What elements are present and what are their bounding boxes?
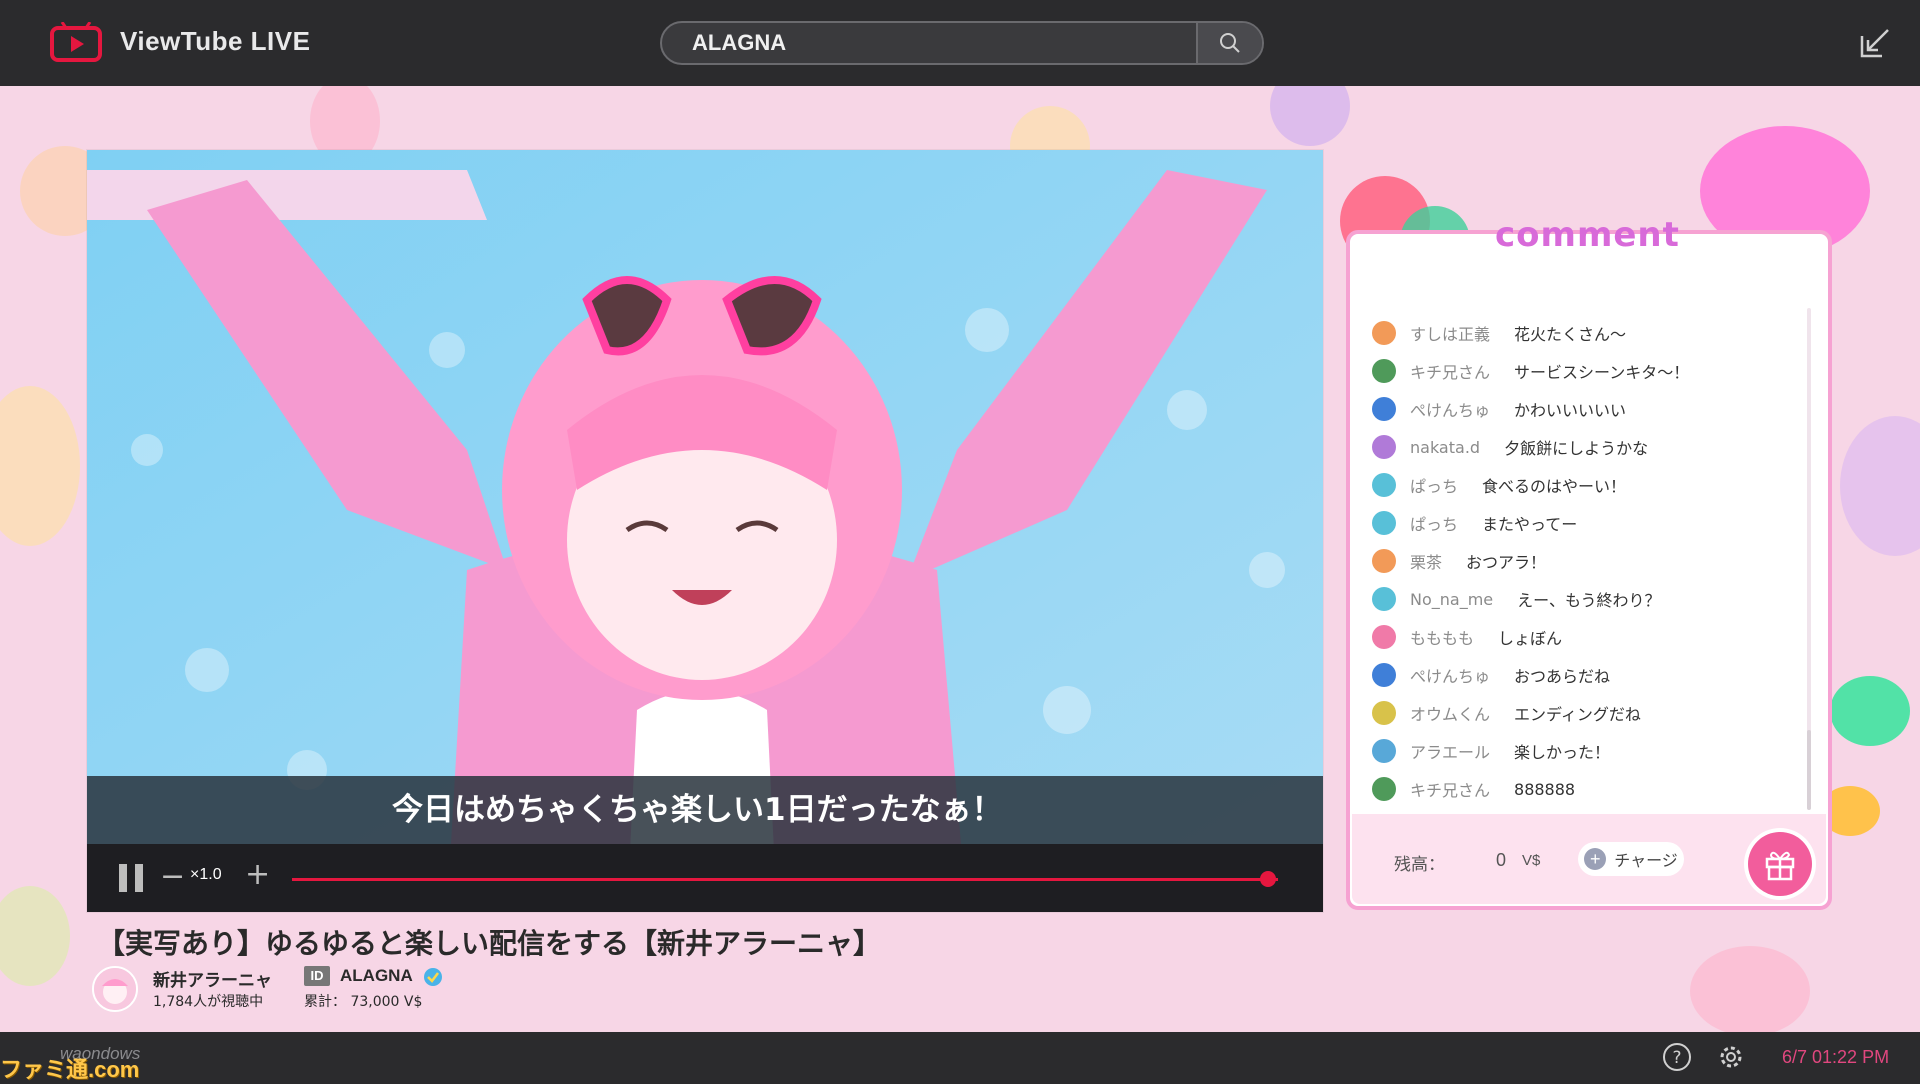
commenter-avatar[interactable]	[1372, 397, 1396, 421]
speed-decrease-button[interactable]: −	[160, 860, 185, 894]
comment-text: サービスシーンキタ〜！	[1514, 363, 1690, 382]
clock-datetime: 6/7 01:22 PM	[1782, 1047, 1890, 1067]
progress-handle[interactable]	[1260, 871, 1277, 887]
commenter-avatar[interactable]	[1372, 435, 1396, 459]
comment-text: おつアラ！	[1466, 553, 1547, 572]
commenter-name[interactable]: ぱっち	[1410, 473, 1458, 497]
stream-title: 【実写あり】ゆるゆると楽しい配信をする【新井アラーニャ】	[97, 927, 882, 960]
commenter-avatar[interactable]	[1372, 511, 1396, 535]
comment-scroll-thumb[interactable]	[1807, 730, 1811, 810]
comment-row: ぺけんちゅ かわいいいいい	[1372, 390, 1626, 428]
commenter-avatar[interactable]	[1372, 587, 1396, 611]
balance-unit: V$	[1522, 852, 1541, 869]
comment-row: もももも しょぼん	[1372, 618, 1562, 656]
commenter-name[interactable]: アラエール	[1410, 739, 1490, 763]
commenter-name[interactable]: ぺけんちゅ	[1410, 663, 1490, 687]
verified-badge-icon	[424, 968, 442, 986]
comment-row: ぱっち またやってー	[1372, 504, 1577, 542]
comment-row: キチ兄さん 888888	[1372, 770, 1575, 806]
app-title: ViewTube LIVE	[120, 26, 311, 56]
comment-text: 花火たくさん〜	[1514, 325, 1627, 344]
commenter-name[interactable]: オウムくん	[1410, 701, 1490, 725]
comment-row: ぱっち 食べるのはやーい！	[1372, 466, 1626, 504]
comment-text: えー、もう終わり？	[1517, 591, 1661, 610]
comment-list[interactable]: すしは正義 花火たくさん〜キチ兄さん サービスシーンキタ〜！ ぺけんちゅ かわいいいいい…	[1362, 300, 1802, 806]
taskbar	[0, 1032, 1920, 1080]
commenter-name[interactable]: キチ兄さん	[1410, 777, 1490, 801]
watermark-logo: ファミ通.com	[0, 1057, 140, 1082]
minimize-window-icon[interactable]	[1858, 26, 1892, 60]
search-button[interactable]	[1196, 23, 1262, 63]
comment-row: nakata.d 夕飯餅にしようかな	[1372, 428, 1648, 466]
comment-text: おつあらだね	[1514, 667, 1611, 686]
charge-label: チャージ	[1614, 851, 1678, 870]
balance-value: 0	[1496, 850, 1507, 870]
comment-text: しょぼん	[1498, 629, 1563, 648]
commenter-name[interactable]: もももも	[1410, 625, 1474, 649]
play-logo-icon	[50, 22, 102, 62]
grapes-decoration	[1840, 416, 1920, 556]
channel-id: ALAGNA	[340, 966, 413, 985]
channel-avatar[interactable]	[92, 966, 138, 1012]
commenter-avatar[interactable]	[1372, 549, 1396, 573]
comment-row: No_na_me えー、もう終わり？	[1372, 580, 1661, 618]
melon-decoration	[0, 886, 70, 986]
commenter-avatar[interactable]	[1372, 359, 1396, 383]
comment-row: すしは正義 花火たくさん〜	[1372, 314, 1626, 352]
comment-row: アラエール 楽しかった！	[1372, 732, 1610, 770]
total-support: 累計： 73,000 V$	[304, 994, 423, 1010]
comment-text: かわいいいいい	[1514, 401, 1627, 420]
comment-row: キチ兄さん サービスシーンキタ〜！	[1372, 352, 1689, 390]
grapes-decoration	[1270, 86, 1350, 146]
search-input[interactable]	[662, 23, 1198, 63]
speed-increase-button[interactable]: +	[245, 858, 270, 892]
id-badge: ID	[304, 966, 330, 986]
commenter-avatar[interactable]	[1372, 321, 1396, 345]
comment-row: 栗茶 おつアラ！	[1372, 542, 1546, 580]
gift-icon	[1765, 851, 1795, 881]
comment-text: エンディングだね	[1514, 705, 1641, 724]
balance-label: 残高：	[1394, 855, 1445, 875]
search-icon	[1220, 33, 1240, 53]
charge-button[interactable]: + チャージ	[1578, 842, 1684, 876]
comment-panel-title: comment	[1495, 215, 1680, 255]
channel-name[interactable]: 新井アラーニャ	[153, 966, 272, 991]
commenter-avatar[interactable]	[1372, 473, 1396, 497]
comment-text: 夕飯餅にしようかな	[1504, 439, 1649, 458]
commenter-avatar[interactable]	[1372, 739, 1396, 763]
svg-text:?: ?	[1672, 1048, 1681, 1068]
commenter-name[interactable]: ぱっち	[1410, 511, 1458, 535]
commenter-name[interactable]: nakata.d	[1410, 438, 1480, 457]
comment-text: 楽しかった！	[1514, 743, 1611, 762]
comment-row: オウムくん エンディングだね	[1372, 694, 1641, 732]
subtitle-caption: 今日はめちゃくちゃ楽しい1日だったなぁ！	[392, 792, 1003, 828]
pause-icon[interactable]	[117, 862, 145, 894]
commenter-avatar[interactable]	[1372, 701, 1396, 725]
help-icon[interactable]: ?	[1662, 1042, 1692, 1072]
search-box[interactable]	[660, 21, 1264, 65]
commenter-name[interactable]: No_na_me	[1410, 590, 1493, 609]
commenter-name[interactable]: キチ兄さん	[1410, 359, 1490, 383]
pineapple-decoration	[0, 386, 80, 546]
comment-text: 888888	[1514, 779, 1576, 799]
gear-icon[interactable]	[1716, 1042, 1746, 1072]
commenter-name[interactable]: ぺけんちゅ	[1410, 397, 1490, 421]
playback-speed: ×1.0	[190, 866, 222, 883]
comment-text: 食べるのはやーい！	[1482, 477, 1627, 496]
viewer-count: 1,784人が視聴中	[153, 994, 264, 1010]
progress-bar[interactable]	[292, 878, 1278, 881]
commenter-name[interactable]: すしは正義	[1410, 321, 1490, 345]
plus-icon: +	[1584, 848, 1607, 870]
commenter-avatar[interactable]	[1372, 777, 1396, 801]
comment-row: ぺけんちゅ おつあらだね	[1372, 656, 1610, 694]
commenter-avatar[interactable]	[1372, 625, 1396, 649]
heart-decoration	[1830, 676, 1910, 746]
crab-decoration	[1690, 946, 1810, 1032]
commenter-avatar[interactable]	[1372, 663, 1396, 687]
comment-text: またやってー	[1482, 515, 1578, 534]
gift-button[interactable]	[1748, 832, 1812, 896]
commenter-name[interactable]: 栗茶	[1410, 549, 1442, 573]
avatar-image	[94, 968, 136, 1010]
